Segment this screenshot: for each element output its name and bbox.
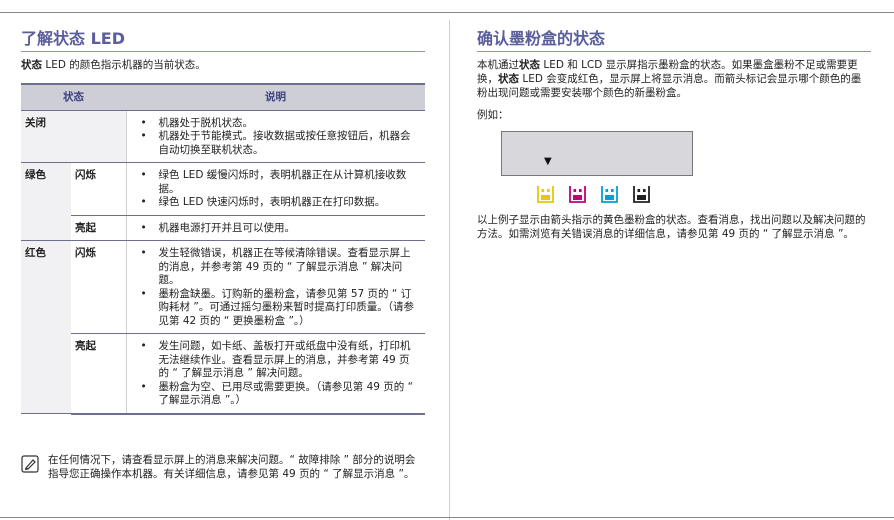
heading-underline xyxy=(21,51,425,52)
left-column: 了解状态 LED 状态 LED 的颜色指示机器的当前状态。 状态 说明 关闭 机… xyxy=(21,29,425,480)
section-heading-led: 了解状态 LED xyxy=(21,29,125,48)
text-run: LED 会变成红色，显示屏上将显示消息。而箭头标记会显示哪个颜色的墨粉出现问题或… xyxy=(477,73,862,99)
list-item: 发生问题，如卡纸、盖板打开或纸盘中没有纸，打印机无法继续作业。查看显示屏上的消息… xyxy=(139,340,418,381)
list-item: 绿色 LED 缓慢闪烁时，表明机器正在从计算机接收数据。 xyxy=(139,169,418,196)
status-description: 发生问题，如卡纸、盖板打开或纸盘中没有纸，打印机无法继续作业。查看显示屏上的消息… xyxy=(125,333,425,415)
section-heading-toner: 确认墨粉盒的状态 xyxy=(477,29,606,48)
list-item: 机器处于节能模式。接收数据或按任意按钮后，机器会自动切换至联机状态。 xyxy=(139,130,418,157)
cyan-toner-icon xyxy=(601,186,618,203)
header-status: 状态 xyxy=(21,83,126,111)
note-block: 在任何情况下，请查看显示屏上的消息来解决问题。“ 故障排除 ” 部分的说明会指导… xyxy=(21,453,425,481)
text-run: 本机通过 xyxy=(477,59,519,71)
example-label: 例如： xyxy=(477,109,509,121)
header-description: 说明 xyxy=(126,83,425,111)
table-row: 关闭 机器处于脱机状态。 机器处于节能模式。接收数据或按任意按钮后，机器会自动切… xyxy=(21,110,425,163)
status-description: 机器处于脱机状态。 机器处于节能模式。接收数据或按任意按钮后，机器会自动切换至联… xyxy=(125,110,425,163)
status-color: 关闭 xyxy=(21,110,126,163)
lcd-display: ▼ xyxy=(501,131,693,176)
text-bold: 状态 xyxy=(498,73,519,85)
status-mode: 亮起 xyxy=(71,215,126,241)
intro-text: 状态 LED 的颜色指示机器的当前状态。 xyxy=(21,58,425,72)
table-row: 红色 闪烁 发生轻微错误，机器正在等候清除错误。查看显示屏上的消息，并参考第 4… xyxy=(21,240,425,414)
yellow-toner-icon xyxy=(537,186,554,203)
right-column: 确认墨粉盒的状态 本机通过状态 LED 和 LCD 显示屏指示墨粉盒的状态。如果… xyxy=(477,29,871,240)
led-status-table: 状态 说明 关闭 机器处于脱机状态。 机器处于节能模式。接收数据或按任意按钮后，… xyxy=(21,83,425,415)
black-toner-icon xyxy=(633,186,650,203)
table-row: 绿色 闪烁 绿色 LED 缓慢闪烁时，表明机器正在从计算机接收数据。 绿色 LE… xyxy=(21,162,425,241)
example-explanation: 以上例子显示由箭头指示的黄色墨粉盒的状态。查看消息，找出问题以及解决问题的方法。… xyxy=(477,214,866,240)
list-item: 绿色 LED 快速闪烁时，表明机器正在打印数据。 xyxy=(139,196,418,210)
status-color: 绿色 xyxy=(21,162,71,241)
list-item: 机器处于脱机状态。 xyxy=(139,117,418,131)
list-item: 发生轻微错误，机器正在等候清除错误。查看显示屏上的消息，并参考第 49 页的 “… xyxy=(139,247,418,288)
status-color: 红色 xyxy=(21,240,71,414)
table-row: 亮起 发生问题，如卡纸、盖板打开或纸盘中没有纸，打印机无法继续作业。查看显示屏上… xyxy=(21,333,425,415)
note-text: 在任何情况下，请查看显示屏上的消息来解决问题。“ 故障排除 ” 部分的说明会指导… xyxy=(48,454,416,480)
table-row: 亮起 机器电源打开并且可以使用。 xyxy=(21,215,425,241)
list-item: 机器电源打开并且可以使用。 xyxy=(139,222,418,236)
intro-bold: 状态 xyxy=(21,59,42,71)
heading-underline xyxy=(477,51,871,52)
status-mode: 亮起 xyxy=(71,333,126,415)
top-rule xyxy=(0,12,894,13)
status-mode: 闪烁 xyxy=(71,162,126,216)
column-divider xyxy=(449,20,450,520)
intro-rest: LED 的颜色指示机器的当前状态。 xyxy=(42,59,206,71)
magenta-toner-icon xyxy=(569,186,586,203)
bottom-rule xyxy=(0,517,894,518)
list-item: 墨粉盒为空、已用尽或需要更换。（请参见第 49 页的 “ 了解显示消息 ”。） xyxy=(139,381,418,408)
status-description: 发生轻微错误，机器正在等候清除错误。查看显示屏上的消息，并参考第 49 页的 “… xyxy=(125,240,425,334)
status-description: 机器电源打开并且可以使用。 xyxy=(125,215,425,241)
table-header-row: 状态 说明 xyxy=(21,83,425,111)
text-bold: 状态 xyxy=(519,59,540,71)
toner-paragraph: 本机通过状态 LED 和 LCD 显示屏指示墨粉盒的状态。如果墨盒墨粉不足或需要… xyxy=(477,58,871,100)
list-item: 墨粉盒缺墨。订购新的墨粉盒，请参见第 57 页的 “ 订购耗材 ”。可通过摇匀墨… xyxy=(139,288,418,329)
down-arrow-icon: ▼ xyxy=(544,156,552,167)
status-description: 绿色 LED 缓慢闪烁时，表明机器正在从计算机接收数据。 绿色 LED 快速闪烁… xyxy=(125,162,425,216)
status-mode: 闪烁 xyxy=(71,240,126,334)
note-pencil-icon xyxy=(21,455,39,473)
